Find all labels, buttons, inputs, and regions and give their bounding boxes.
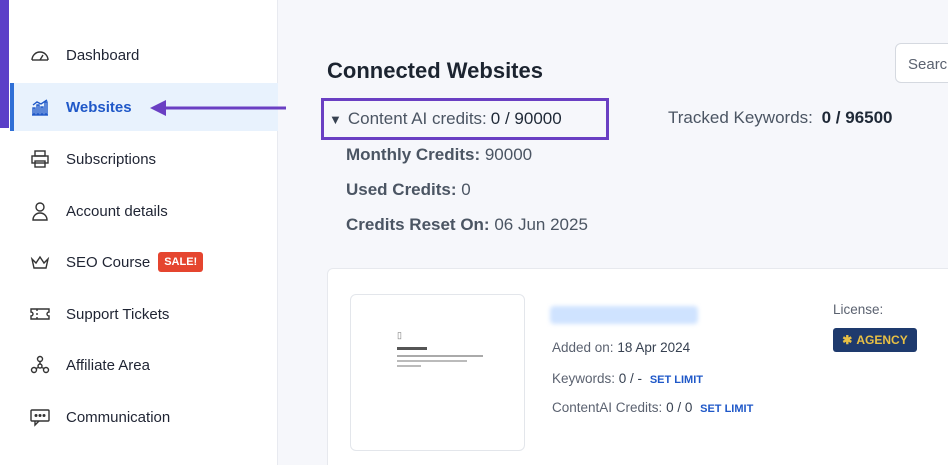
license-label: License: — [833, 302, 884, 317]
tracked-keywords-value: 0 / 96500 — [821, 108, 893, 127]
thumbnail-line — [397, 347, 427, 350]
added-on: Added on: 18 Apr 2024 — [552, 340, 690, 355]
chat-icon — [30, 407, 50, 427]
sidebar-item-seo-course[interactable]: SEO Course SALE! — [10, 238, 278, 286]
sidebar-item-support-tickets[interactable]: Support Tickets — [10, 290, 278, 338]
credits-reset-value: 06 Jun 2025 — [494, 215, 588, 234]
monthly-credits-label: Monthly Credits: — [346, 145, 481, 164]
added-on-label: Added on: — [552, 340, 614, 355]
sidebar-item-affiliate-area[interactable]: Affiliate Area — [10, 341, 278, 389]
website-card: ▯ Added on: 18 Apr 2024 Keywords: 0 / - … — [327, 268, 948, 465]
sidebar-item-subscriptions[interactable]: Subscriptions — [10, 135, 278, 183]
user-icon — [30, 201, 50, 221]
sidebar-item-account-details[interactable]: Account details — [10, 187, 278, 235]
website-thumbnail[interactable]: ▯ — [350, 294, 525, 451]
sidebar: Dashboard Websites Subscriptions Account… — [0, 0, 286, 465]
ticket-icon — [30, 304, 50, 324]
content-ai-credits-label: Content AI credits: — [347, 109, 487, 128]
credits-reset: Credits Reset On: 06 Jun 2025 — [346, 215, 588, 235]
sidebar-item-label: Account details — [66, 202, 168, 220]
contentai-credits-value: 0 / 0 — [666, 400, 693, 415]
credits-reset-label: Credits Reset On: — [346, 215, 490, 234]
content-ai-credits-value: 0 / 90000 — [490, 109, 562, 128]
keywords-row: Keywords: 0 / - SET LIMIT — [552, 371, 703, 386]
tracked-keywords-label: Tracked Keywords: — [668, 108, 813, 127]
added-on-value: 18 Apr 2024 — [617, 340, 691, 355]
tracked-keywords: Tracked Keywords: 0 / 96500 — [668, 108, 893, 128]
sidebar-item-label: Support Tickets — [66, 305, 170, 323]
sidebar-item-communication[interactable]: Communication — [10, 393, 278, 441]
sidebar-item-label: SEO Course — [66, 253, 151, 271]
keywords-value: 0 / - — [618, 371, 643, 386]
sidebar-accent-strip — [0, 0, 9, 128]
sidebar-item-label: Dashboard — [66, 46, 140, 64]
sale-badge: SALE! — [158, 252, 204, 272]
bar-chart-icon — [30, 97, 50, 117]
monthly-credits: Monthly Credits: 90000 — [346, 145, 532, 165]
sidebar-item-label: Subscriptions — [66, 150, 157, 168]
content-ai-credits-toggle[interactable]: ▼ Content AI credits: 0 / 90000 — [321, 98, 609, 140]
arrow-annotation — [150, 100, 286, 116]
contentai-credits-row: ContentAI Credits: 0 / 0 SET LIMIT — [552, 400, 753, 415]
search-input[interactable]: Search — [895, 43, 948, 83]
sidebar-item-label: Affiliate Area — [66, 356, 150, 374]
used-credits-value: 0 — [461, 180, 471, 199]
thumbnail-line — [397, 365, 421, 367]
speedometer-icon — [30, 45, 50, 65]
used-credits-label: Used Credits: — [346, 180, 457, 199]
crown-icon — [30, 252, 50, 272]
website-url-blurred[interactable] — [550, 306, 698, 324]
thumbnail-line — [397, 355, 483, 357]
thumbnail-line — [397, 360, 467, 362]
main-content: Connected Websites Search ▼ Content AI c… — [279, 0, 948, 465]
sidebar-item-label: Communication — [66, 408, 171, 426]
sidebar-item-dashboard[interactable]: Dashboard — [10, 31, 278, 79]
keywords-set-limit-link[interactable]: SET LIMIT — [650, 374, 703, 386]
monthly-credits-value: 90000 — [484, 145, 533, 164]
document-icon: ▯ — [397, 330, 402, 340]
used-credits: Used Credits: 0 — [346, 180, 471, 200]
page-title: Connected Websites — [327, 58, 543, 83]
caret-down-icon: ▼ — [329, 111, 342, 127]
license-value: AGENCY — [856, 333, 908, 347]
network-icon — [30, 355, 50, 375]
sidebar-item-label: Websites — [66, 98, 132, 116]
star-icon: ✱ — [842, 333, 853, 347]
contentai-credits-label: ContentAI Credits: — [552, 400, 663, 415]
license-badge: ✱ AGENCY — [833, 328, 917, 352]
printer-icon — [30, 149, 50, 169]
contentai-set-limit-link[interactable]: SET LIMIT — [700, 403, 753, 415]
keywords-label: Keywords: — [552, 371, 616, 386]
